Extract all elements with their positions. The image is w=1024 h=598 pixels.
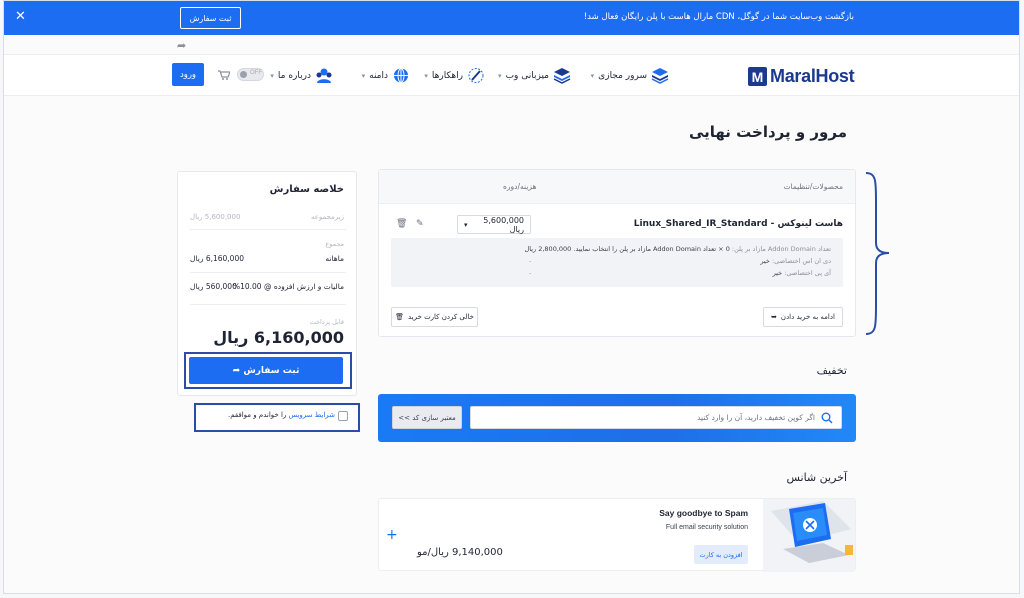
terms-text: شرایط سرویس را خواندم و موافقم.	[228, 411, 335, 419]
globe-icon	[394, 68, 408, 83]
divider	[190, 229, 346, 230]
summary-title: خلاصه سفارش	[269, 184, 344, 195]
logo[interactable]: M MaralHost	[748, 66, 855, 87]
page-frame: بازگشت وب‌سایت شما در گوگل، CDN مارال ها…	[3, 0, 1020, 594]
email-security-illustration	[763, 499, 855, 572]
continue-shopping-label: ادامه به خرید دادن	[780, 313, 835, 321]
promo-bar: بازگشت وب‌سایت شما در گوگل، CDN مارال ها…	[4, 1, 1019, 35]
nav-item-vps[interactable]: سرور مجازی ▾	[591, 67, 669, 84]
empty-cart-label: خالی کردن کارت خرید	[408, 313, 474, 321]
detail-dash: -	[529, 245, 532, 253]
nav-item-solutions[interactable]: راهکارها ▾	[424, 67, 485, 84]
billing-cycle-value: 5,600,000 ریال	[483, 215, 524, 234]
offer-price: 9,140,000 ریال/مو	[417, 547, 503, 558]
terms-checkbox[interactable]	[338, 411, 348, 421]
divider	[190, 272, 346, 273]
team-icon	[316, 68, 332, 83]
trash-icon: 🗑	[395, 313, 405, 321]
cart-icon[interactable]	[218, 70, 230, 80]
logo-text: MaralHost	[770, 66, 855, 86]
empty-cart-button[interactable]: خالی کردن کارت خرید 🗑	[391, 307, 478, 327]
nav-label: درباره ما	[277, 70, 311, 81]
detail-dash: -	[529, 257, 532, 265]
search-icon	[821, 412, 833, 424]
detail-dash: -	[529, 269, 532, 277]
nav-label: میزبانی وب	[505, 70, 549, 81]
terms-label: را خواندم و موافقم.	[227, 411, 287, 419]
payable-label: قابل پرداخت	[309, 318, 344, 326]
login-button[interactable]: ورود	[172, 63, 204, 86]
brace-annotation	[865, 172, 890, 335]
nav-label: راهکارها	[431, 70, 463, 81]
column-header-product: محصولات/تنظیمات	[783, 182, 843, 191]
chevron-down-icon: ▾	[270, 71, 274, 80]
last-chance-title: آخرین شانس	[786, 471, 847, 484]
tax-label: مالیات و ارزش افزوده @ 10.00%	[232, 282, 344, 291]
billing-cycle-select[interactable]: 5,600,000 ریال ▾	[457, 215, 531, 234]
offer-title: Say goodbye to Spam	[659, 508, 748, 518]
coupon-placeholder: اگر کوپن تخفیف دارید، آن را وارد کنید	[697, 413, 815, 422]
promo-order-button[interactable]: ثبت سفارش	[180, 7, 241, 29]
arrow-icon: ➥	[771, 313, 777, 321]
wand-icon	[468, 68, 484, 83]
close-icon[interactable]: ✕	[15, 9, 26, 25]
period-value: 6,160,000 ریال	[190, 254, 244, 263]
submit-order-button[interactable]: ثبت سفارش ➦	[189, 357, 343, 384]
cart-products-card: محصولات/تنظیمات هزینه/دوره هاست لینوکس -…	[378, 169, 856, 337]
subtotal-value: 5,600,000 ریال	[190, 213, 241, 221]
chevron-down-icon: ▾	[590, 71, 595, 80]
column-header-price: هزینه/دوره	[503, 182, 537, 191]
theme-toggle[interactable]: OFF	[237, 68, 264, 81]
total-amount: 6,160,000 ریال	[213, 328, 344, 347]
nav-label: دامنه	[369, 70, 388, 81]
nav-item-about[interactable]: درباره ما ▾	[270, 67, 333, 84]
hosting-stack-icon	[553, 68, 571, 84]
terms-link[interactable]: شرایط سرویس	[289, 411, 335, 419]
detail-row: دی ان اس اختصاصی: خیر	[760, 257, 831, 265]
add-to-cart-button[interactable]: افزودن به کارت	[694, 545, 748, 564]
nav-item-hosting[interactable]: میزبانی وب ▾	[498, 67, 571, 84]
terms-agreement: شرایط سرویس را خواندم و موافقم.	[197, 406, 357, 430]
site-header: M MaralHost سرور مجازی ▾ میزبانی وب ▾ را…	[4, 54, 1019, 96]
promo-text: بازگشت وب‌سایت شما در گوگل، CDN مارال ها…	[583, 12, 854, 22]
detail-row: آی پی اختصاصی: خیر	[772, 269, 831, 277]
divider	[190, 304, 346, 305]
plus-icon[interactable]: +	[386, 527, 398, 543]
upsell-card: Say goodbye to Spam Full email security …	[378, 498, 856, 572]
toggle-text: OFF	[250, 70, 262, 76]
edit-icon[interactable]: ✎	[416, 219, 424, 229]
continue-shopping-button[interactable]: ادامه به خرید دادن ➥	[763, 307, 843, 327]
logo-mark-icon: M	[748, 67, 767, 86]
product-details: تعداد Addon Domain مازاد بر پلن: 0 × تعد…	[391, 238, 843, 287]
nav-label: سرور مجازی	[598, 70, 647, 81]
products-table-header: محصولات/تنظیمات هزینه/دوره	[379, 170, 855, 204]
totals-label: مجموع	[325, 240, 344, 248]
offer-subtitle: Full email security solution	[665, 524, 748, 531]
validate-coupon-button[interactable]: معتبر سازی کد >>	[392, 406, 462, 429]
share-icon[interactable]: ➦	[177, 39, 186, 52]
chevron-down-icon: ▾	[498, 71, 502, 80]
server-stack-icon	[651, 68, 669, 84]
toggle-knob	[240, 71, 247, 78]
chevron-down-icon: ▾	[361, 71, 366, 80]
discount-panel: اگر کوپن تخفیف دارید، آن را وارد کنید مع…	[378, 394, 856, 442]
subtotal-label: زیرمجموعه	[310, 213, 344, 221]
product-name: هاست لینوکس - Linux_Shared_IR_Standard	[633, 219, 843, 229]
discount-title: تخفیف	[816, 364, 847, 377]
nav-item-domain[interactable]: دامنه ▾	[362, 67, 410, 84]
chevron-down-icon: ▾	[424, 71, 428, 80]
tax-value: 560,000 ریال	[190, 282, 237, 291]
trash-icon[interactable]: 🗑	[396, 219, 407, 229]
period-label: ماهانه	[325, 254, 344, 263]
page-title: مرور و پرداخت نهایی	[688, 123, 847, 141]
detail-row: تعداد Addon Domain مازاد بر پلن: 0 × تعد…	[524, 245, 832, 253]
coupon-input[interactable]: اگر کوپن تخفیف دارید، آن را وارد کنید	[470, 406, 842, 429]
chevron-down-icon: ▾	[464, 220, 468, 229]
